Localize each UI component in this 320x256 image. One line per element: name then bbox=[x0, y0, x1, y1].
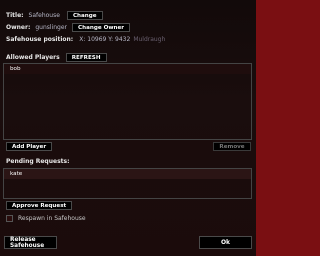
owner-value: gunslinger bbox=[35, 24, 67, 31]
title-label: Title: bbox=[6, 12, 24, 19]
title-value: Safehouse bbox=[28, 12, 60, 19]
allowed-players-list[interactable]: bob bbox=[3, 63, 252, 140]
position-value: X: 10969 Y: 9432 bbox=[79, 36, 131, 43]
approve-request-button[interactable]: Approve Request bbox=[6, 201, 73, 210]
allowed-players-label: Allowed Players bbox=[6, 54, 60, 61]
respawn-row: Respawn in Safehouse bbox=[6, 215, 86, 222]
safehouse-panel: Title: Safehouse Change Owner: gunslinge… bbox=[0, 0, 256, 256]
position-label: Safehouse position: bbox=[6, 36, 74, 43]
list-item[interactable]: bob bbox=[4, 64, 251, 74]
owner-row: Owner: gunslinger Change Owner bbox=[6, 23, 131, 32]
allowed-players-header: Allowed Players REFRESH bbox=[6, 53, 107, 62]
player-name: bob bbox=[10, 66, 21, 72]
position-row: Safehouse position: X: 10969 Y: 9432 Mul… bbox=[6, 36, 165, 43]
title-row: Title: Safehouse Change bbox=[6, 11, 103, 20]
ok-button[interactable]: Ok bbox=[199, 236, 252, 249]
change-title-button[interactable]: Change bbox=[66, 11, 103, 20]
change-owner-button[interactable]: Change Owner bbox=[72, 23, 131, 32]
add-player-button[interactable]: Add Player bbox=[6, 142, 53, 151]
refresh-button[interactable]: REFRESH bbox=[65, 53, 107, 62]
pending-requests-list[interactable]: kate bbox=[3, 168, 252, 199]
release-safehouse-button[interactable]: Release Safehouse bbox=[4, 236, 57, 249]
pending-label: Pending Requests: bbox=[6, 158, 70, 165]
owner-label: Owner: bbox=[6, 24, 31, 31]
remove-button[interactable]: Remove bbox=[213, 142, 251, 151]
pending-name: kate bbox=[10, 171, 23, 177]
list-item[interactable]: kate bbox=[4, 169, 251, 179]
position-place: Muldraugh bbox=[133, 36, 166, 43]
pending-header: Pending Requests: bbox=[6, 158, 69, 165]
respawn-checkbox[interactable] bbox=[6, 215, 13, 222]
respawn-label: Respawn in Safehouse bbox=[18, 215, 86, 222]
